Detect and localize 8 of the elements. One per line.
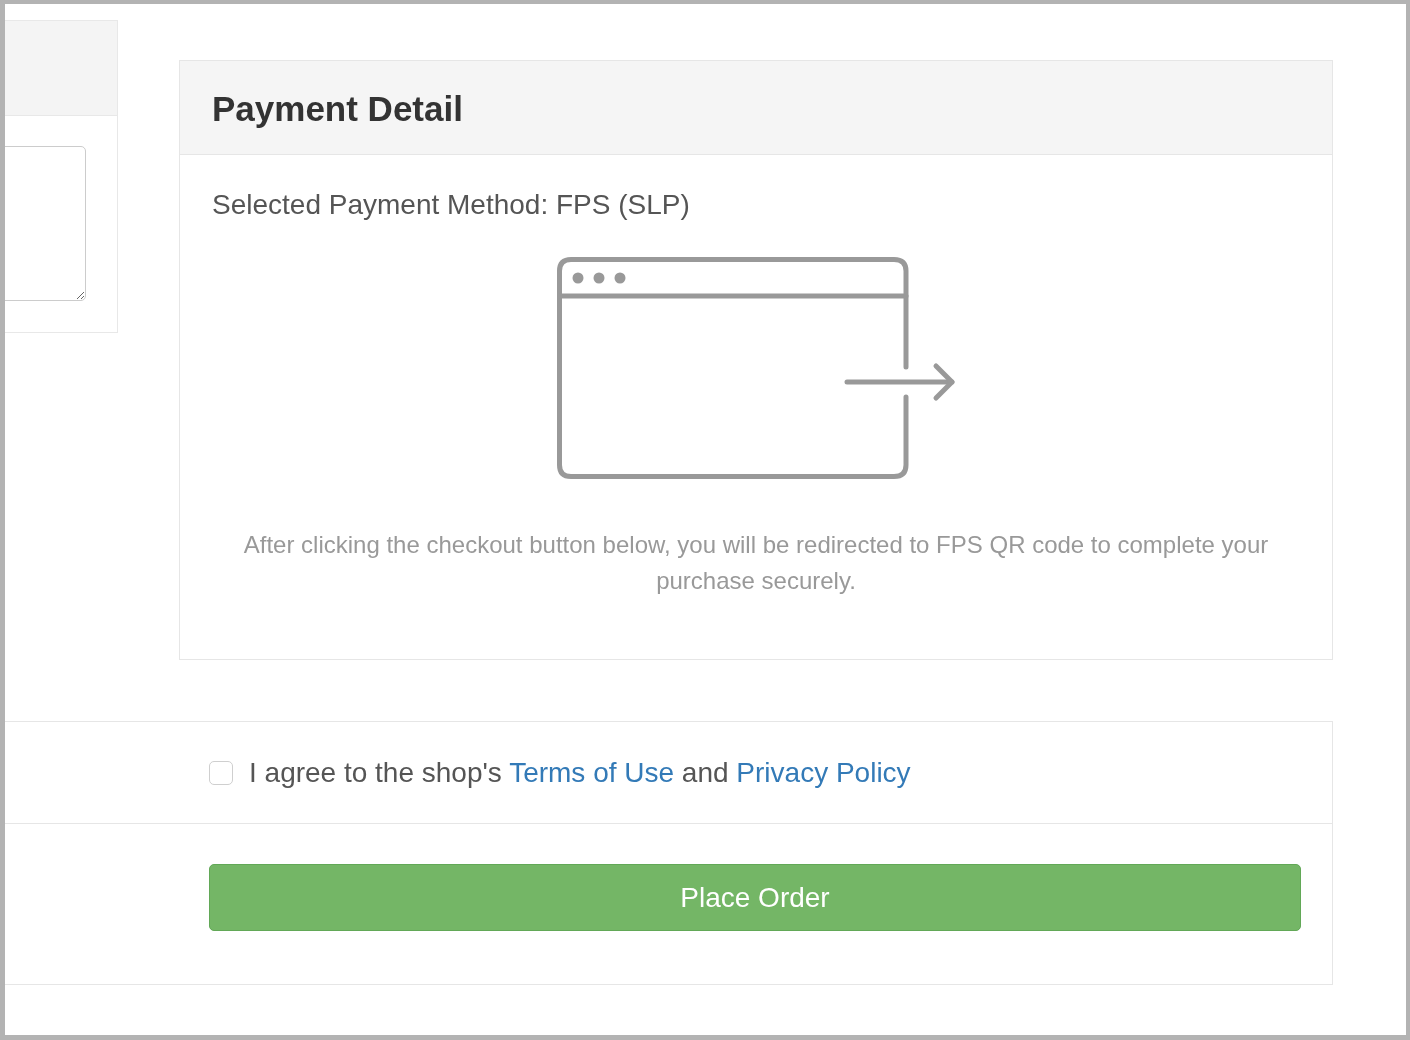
place-order-button[interactable]: Place Order <box>209 864 1301 931</box>
privacy-link[interactable]: Privacy Policy <box>736 756 911 788</box>
agreement-text: I agree to the shop's Terms of Use and Privacy Policy <box>249 755 911 790</box>
selected-method-text: Selected Payment Method: FPS (SLP) <box>212 189 691 221</box>
terms-link[interactable]: Terms of Use <box>509 756 675 788</box>
redirect-description: After clicking the checkout button below, you will be redirected to FPS QR code to complete your purchase securely. <box>242 530 1270 596</box>
panel-title: Payment Detail <box>212 88 463 129</box>
agree-checkbox[interactable] <box>209 760 233 785</box>
